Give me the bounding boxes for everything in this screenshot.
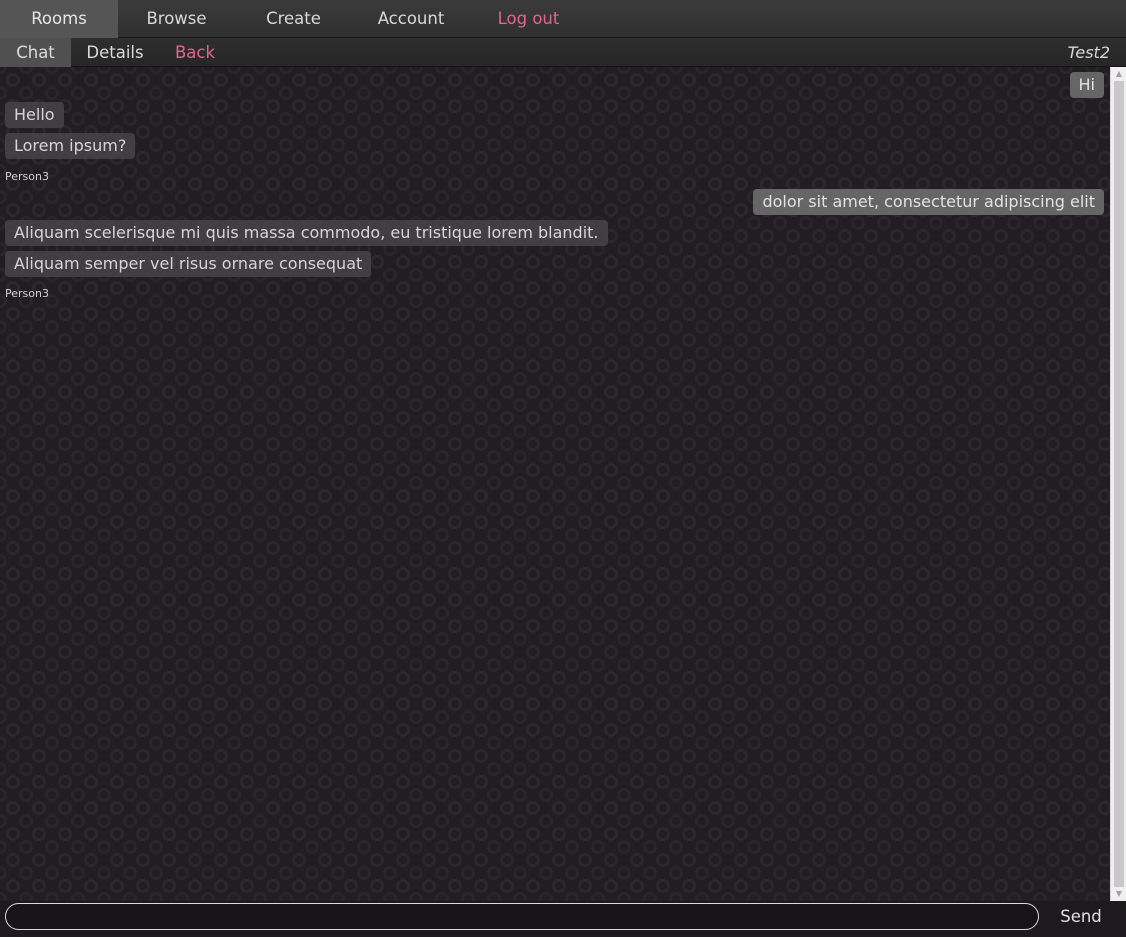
nav-account[interactable]: Account xyxy=(352,0,470,38)
message-bubble: Hello xyxy=(5,102,64,128)
chat-app: Rooms Browse Create Account Log out Chat… xyxy=(0,0,1126,937)
nav-logout[interactable]: Log out xyxy=(470,0,587,38)
scrollbar-thumb[interactable] xyxy=(1114,81,1124,887)
room-title: Test2 xyxy=(1067,43,1110,62)
message-bubble: Aliquam semper vel risus ornare consequa… xyxy=(5,251,372,277)
message-composer: Send xyxy=(0,901,1126,937)
scroll-up-arrow-icon[interactable]: ▲ xyxy=(1111,67,1126,81)
chat-messages: Hi Hello Lorem ipsum? Person3 dolor sit … xyxy=(0,67,1110,901)
message-input[interactable] xyxy=(5,903,1039,930)
top-nav: Rooms Browse Create Account Log out xyxy=(0,0,1126,38)
message-bubble: Aliquam scelerisque mi quis massa commod… xyxy=(5,220,608,246)
tab-chat[interactable]: Chat xyxy=(0,38,71,67)
send-button[interactable]: Send xyxy=(1045,903,1117,931)
sub-nav: Chat Details Back Test2 xyxy=(0,38,1126,67)
nav-create[interactable]: Create xyxy=(235,0,352,38)
message-sender: Person3 xyxy=(5,287,49,300)
back-link[interactable]: Back xyxy=(159,38,231,67)
message-bubble-own: Hi xyxy=(1069,72,1104,98)
nav-rooms[interactable]: Rooms xyxy=(0,0,118,38)
message-bubble: Lorem ipsum? xyxy=(5,133,136,159)
nav-browse[interactable]: Browse xyxy=(118,0,235,38)
message-bubble-own: dolor sit amet, consectetur adipiscing e… xyxy=(753,189,1104,215)
chat-scrollbar[interactable]: ▲ ▼ xyxy=(1110,67,1126,901)
tab-details[interactable]: Details xyxy=(71,38,159,67)
scroll-down-arrow-icon[interactable]: ▼ xyxy=(1111,887,1126,901)
message-sender: Person3 xyxy=(5,170,49,183)
